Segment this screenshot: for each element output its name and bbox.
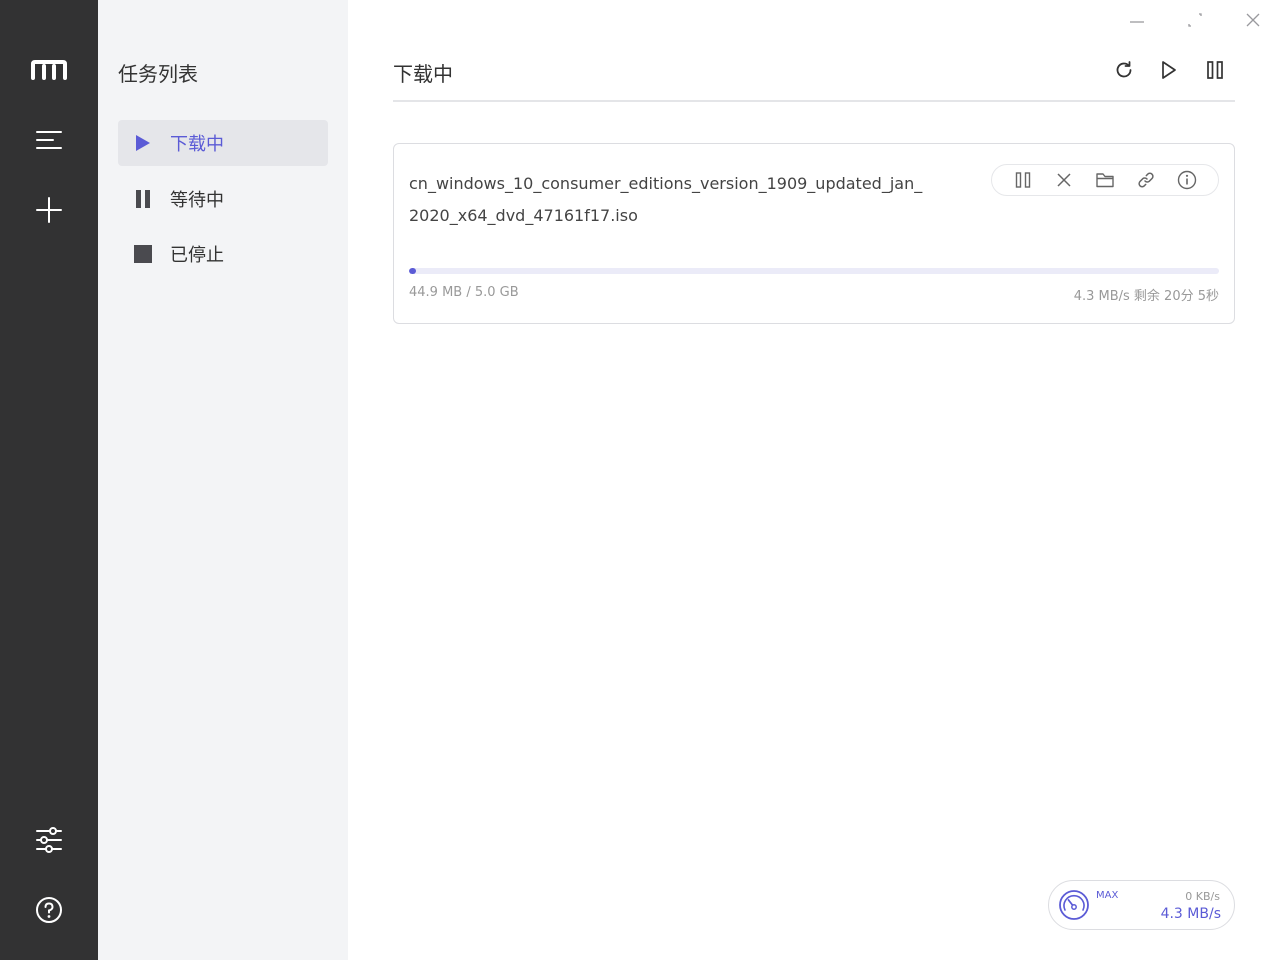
task-actions <box>991 164 1219 196</box>
stop-icon <box>134 245 152 263</box>
sidebar-item-label: 下载中 <box>170 134 224 155</box>
header-divider <box>393 100 1235 102</box>
task-name: cn_windows_10_consumer_editions_version_… <box>409 174 923 225</box>
progress-fill <box>409 268 417 274</box>
app-logo-icon[interactable] <box>29 50 69 90</box>
resume-all-icon[interactable] <box>1157 58 1181 82</box>
speedometer-icon <box>1058 889 1090 921</box>
speed-mode: MAX <box>1096 890 1119 901</box>
sidebar-item-label: 等待中 <box>170 190 224 211</box>
refresh-icon[interactable] <box>1112 58 1136 82</box>
link-icon[interactable] <box>1134 168 1158 192</box>
pause-all-icon[interactable] <box>1203 58 1227 82</box>
add-task-icon[interactable] <box>29 190 69 230</box>
task-item[interactable]: cn_windows_10_consumer_editions_version_… <box>393 143 1235 324</box>
task-delete-icon[interactable] <box>1052 168 1076 192</box>
nav-rail <box>0 0 98 960</box>
sidebar-item-active[interactable]: 下载中 <box>118 120 328 166</box>
sidebar-item-label: 已停止 <box>170 245 224 266</box>
progress-bar <box>409 268 1219 274</box>
play-icon <box>134 134 152 152</box>
page-title: 下载中 <box>393 62 453 86</box>
main-panel: 下载中 cn_windows_10_consumer_editions_vers… <box>348 0 1280 960</box>
task-list-sidebar: 任务列表 下载中 等待中 已停止 <box>98 0 348 960</box>
task-pause-icon[interactable] <box>1011 168 1035 192</box>
folder-icon[interactable] <box>1093 168 1117 192</box>
minimize-icon[interactable] <box>1125 8 1149 32</box>
sidebar-title: 任务列表 <box>118 62 198 86</box>
settings-icon[interactable] <box>29 820 69 860</box>
sidebar-item-stopped[interactable]: 已停止 <box>118 231 328 277</box>
info-icon[interactable] <box>1175 168 1199 192</box>
task-size: 44.9 MB / 5.0 GB <box>409 285 519 300</box>
close-icon[interactable] <box>1241 8 1265 32</box>
task-speed: 4.3 MB/s 剩余 20分 5秒 <box>1073 289 1219 304</box>
download-speed: 4.3 MB/s <box>1160 906 1221 922</box>
help-icon[interactable] <box>29 890 69 930</box>
pause-icon <box>134 190 152 208</box>
maximize-icon[interactable] <box>1183 8 1207 32</box>
upload-speed: 0 KB/s <box>1185 890 1220 903</box>
speedometer[interactable]: MAX 0 KB/s 4.3 MB/s <box>1048 880 1235 930</box>
sidebar-item-waiting[interactable]: 等待中 <box>118 176 328 222</box>
menu-icon[interactable] <box>29 120 69 160</box>
